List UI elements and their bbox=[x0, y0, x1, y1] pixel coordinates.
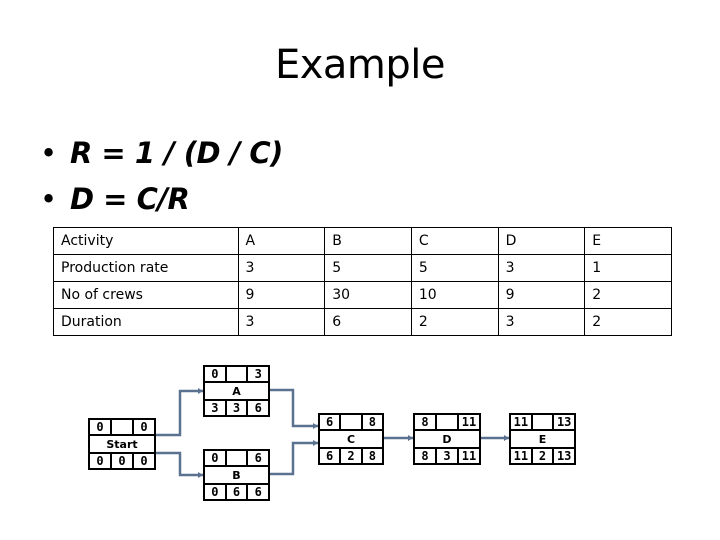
node-top-row: 11 13 bbox=[511, 415, 574, 431]
node-d: 8 11 D 8 3 11 bbox=[413, 413, 481, 465]
duration: 6 bbox=[224, 485, 247, 499]
activity-name: B bbox=[232, 468, 241, 482]
activity-name: C bbox=[346, 432, 356, 446]
node-bottom-row: 11 2 13 bbox=[511, 447, 574, 463]
late-finish: 11 bbox=[457, 449, 479, 463]
early-finish: 8 bbox=[360, 415, 382, 429]
late-start: 8 bbox=[421, 449, 429, 463]
late-start: 3 bbox=[211, 401, 219, 415]
blank-cell bbox=[110, 420, 132, 434]
early-start: 0 bbox=[211, 367, 219, 381]
blank-cell bbox=[224, 451, 247, 465]
early-start: 0 bbox=[211, 451, 219, 465]
node-start: 0 0 Start 0 0 0 bbox=[88, 418, 156, 470]
late-finish: 0 bbox=[132, 454, 154, 468]
node-top-row: 0 3 bbox=[205, 367, 268, 383]
node-bottom-row: 8 3 11 bbox=[415, 447, 479, 463]
node-e: 11 13 E 11 2 13 bbox=[509, 413, 576, 465]
node-bottom-row: 3 3 6 bbox=[205, 399, 268, 415]
late-start: 11 bbox=[513, 449, 529, 463]
early-start: 8 bbox=[421, 415, 429, 429]
node-b: 0 6 B 0 6 6 bbox=[203, 449, 270, 501]
node-top-row: 0 0 bbox=[90, 420, 154, 436]
edge-start-a bbox=[156, 389, 203, 437]
late-finish: 6 bbox=[246, 401, 268, 415]
node-bottom-row: 0 0 0 bbox=[90, 452, 154, 468]
blank-cell bbox=[435, 415, 457, 429]
late-finish: 8 bbox=[360, 449, 382, 463]
early-finish: 11 bbox=[457, 415, 479, 429]
duration: 3 bbox=[435, 449, 457, 463]
node-c: 6 8 C 6 2 8 bbox=[318, 413, 384, 465]
node-a: 0 3 A 3 3 6 bbox=[203, 365, 270, 417]
node-top-row: 8 11 bbox=[415, 415, 479, 431]
early-start: 6 bbox=[326, 415, 334, 429]
late-start: 6 bbox=[326, 449, 334, 463]
node-bottom-row: 6 2 8 bbox=[320, 447, 382, 463]
activity-name: Start bbox=[106, 437, 138, 451]
late-finish: 6 bbox=[246, 485, 268, 499]
early-finish: 13 bbox=[552, 415, 574, 429]
early-start: 0 bbox=[96, 420, 104, 434]
late-start: 0 bbox=[96, 454, 104, 468]
early-finish: 6 bbox=[246, 451, 268, 465]
blank-cell bbox=[224, 367, 247, 381]
duration: 2 bbox=[339, 449, 360, 463]
node-top-row: 6 8 bbox=[320, 415, 382, 431]
late-finish: 13 bbox=[552, 449, 574, 463]
duration: 2 bbox=[530, 449, 553, 463]
late-start: 0 bbox=[211, 485, 219, 499]
early-start: 11 bbox=[513, 415, 529, 429]
blank-cell bbox=[530, 415, 553, 429]
early-finish: 0 bbox=[132, 420, 154, 434]
blank-cell bbox=[339, 415, 360, 429]
activity-name: A bbox=[232, 384, 241, 398]
activity-name: E bbox=[538, 432, 547, 446]
duration: 0 bbox=[110, 454, 132, 468]
activity-name: D bbox=[442, 432, 452, 446]
edge-a-c bbox=[270, 388, 318, 428]
edge-start-b bbox=[156, 451, 203, 477]
node-bottom-row: 0 6 6 bbox=[205, 483, 268, 499]
edge-b-c bbox=[270, 441, 318, 476]
early-finish: 3 bbox=[246, 367, 268, 381]
duration: 3 bbox=[224, 401, 247, 415]
node-top-row: 0 6 bbox=[205, 451, 268, 467]
